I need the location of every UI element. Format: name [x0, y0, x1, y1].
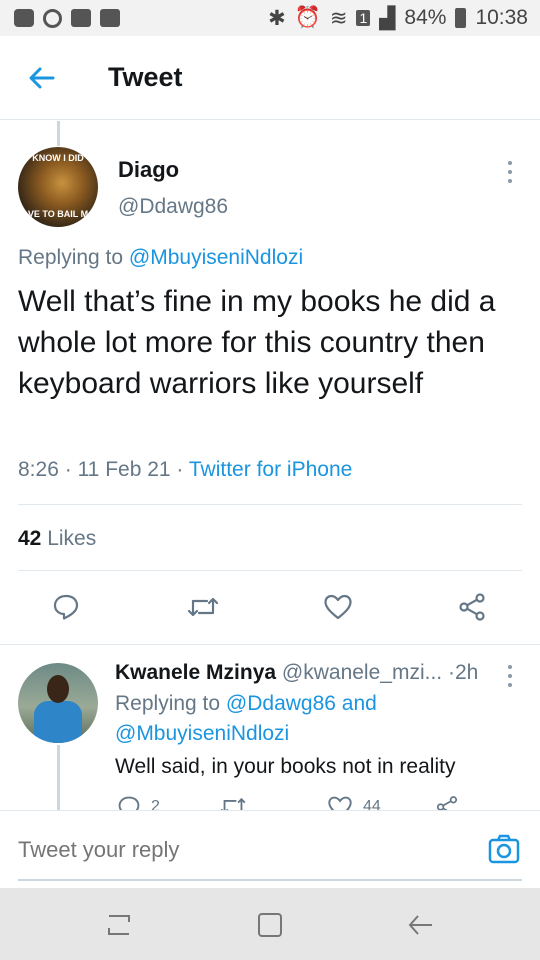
dot: [508, 179, 512, 183]
clock: 10:38: [475, 6, 528, 29]
reply-icon: [53, 594, 79, 620]
reply-time: 2h: [454, 661, 479, 684]
gallery-icon: [100, 9, 120, 27]
back-icon: [408, 915, 432, 935]
share-icon: [436, 796, 458, 810]
reply-replying-prefix: Replying to: [115, 692, 221, 715]
retweet-icon: [187, 597, 219, 617]
reply-button[interactable]: [46, 587, 86, 627]
heart-icon: [328, 796, 352, 810]
dot: [508, 674, 512, 678]
reply-mention-1[interactable]: @Ddawg86: [226, 692, 336, 715]
share-icon: [459, 593, 485, 621]
avatar[interactable]: KNOW I DID VE TO BAIL M: [18, 147, 98, 227]
input-underline: [18, 879, 522, 881]
avatar-head: [47, 675, 69, 703]
reply-mention-2[interactable]: @MbuyiseniNdlozi: [115, 722, 289, 745]
home-icon: [258, 913, 282, 937]
thread-line: [57, 121, 60, 146]
more-options-button[interactable]: [504, 161, 516, 183]
divider: [18, 504, 522, 505]
message-icon: [14, 9, 34, 27]
page-title: Tweet: [108, 62, 183, 92]
reply-tweet[interactable]: Kwanele Mzinya @kwanele_mzi... ·2h Reply…: [0, 645, 540, 810]
reply-like-button[interactable]: 44: [327, 795, 381, 810]
thread-line: [57, 745, 60, 810]
reply-input[interactable]: [18, 837, 438, 863]
recent-apps-button[interactable]: [102, 908, 136, 942]
avatar-shirt: [34, 701, 82, 743]
reply-more-options-button[interactable]: [504, 665, 516, 687]
avatar-caption-bottom: VE TO BAIL M: [27, 209, 89, 219]
whatsapp-icon: [43, 8, 62, 28]
reply-user-handle[interactable]: @kwanele_mzi...: [282, 661, 442, 684]
reply-reply-button[interactable]: 2: [117, 795, 160, 810]
reply-replying-to: Replying to @Ddawg86 and @MbuyiseniNdloz…: [115, 689, 515, 749]
camera-icon: [488, 834, 520, 864]
tweet-meta: 8:26 · 11 Feb 21 · Twitter for iPhone: [18, 458, 352, 482]
reply-composer: [0, 810, 540, 888]
wifi-icon: ≋: [329, 6, 348, 30]
likes-stat[interactable]: 42 Likes: [18, 527, 96, 551]
system-nav-bar: [0, 888, 540, 960]
reply-count: 2: [151, 798, 160, 810]
divider: [18, 570, 522, 571]
reply-icon: [118, 796, 140, 810]
retweet-button[interactable]: [183, 587, 223, 627]
recent-apps-icon: [108, 915, 130, 935]
signal-icon: ▟: [379, 6, 396, 30]
bluetooth-icon: ✱: [268, 6, 286, 30]
reply-separator: ·: [447, 661, 455, 684]
tweet-time: 8:26: [18, 458, 59, 481]
camera-button[interactable]: [488, 833, 520, 865]
user-name[interactable]: Diago: [118, 157, 179, 183]
dot: [508, 170, 512, 174]
reply-actions: 2 44: [115, 795, 525, 810]
dot: [508, 683, 512, 687]
meta-separator: ·: [176, 458, 184, 481]
heart-icon: [324, 594, 352, 620]
dot: [508, 665, 512, 669]
tweet-text: Well that’s fine in my books he did a wh…: [18, 285, 496, 400]
reply-retweet-button[interactable]: [219, 795, 247, 810]
tweet-source-link[interactable]: Twitter for iPhone: [189, 458, 352, 481]
notification-icons: [14, 8, 120, 28]
like-count: 44: [363, 798, 381, 810]
likes-label: Likes: [47, 527, 97, 550]
sim-badge: 1: [356, 10, 371, 26]
status-bar: ✱ ⏰ ≋ 1 ▟ 84% 10:38: [0, 0, 540, 36]
reply-header: Kwanele Mzinya @kwanele_mzi... ·2h: [115, 661, 478, 685]
replying-to-link[interactable]: @MbuyiseniNdlozi: [129, 246, 303, 269]
back-button[interactable]: [12, 48, 72, 108]
back-arrow-icon: [29, 67, 55, 88]
replying-to: Replying to @MbuyiseniNdlozi: [18, 246, 303, 270]
like-button[interactable]: [318, 587, 358, 627]
tweet-date: 11 Feb 21: [77, 458, 171, 481]
alarm-icon: ⏰: [294, 6, 321, 29]
dot: [508, 161, 512, 165]
reply-mention-and: and: [341, 692, 377, 715]
likes-count: 42: [18, 527, 42, 550]
system-back-button[interactable]: [404, 908, 438, 942]
battery-icon: [455, 8, 467, 28]
gmail-icon: [71, 9, 91, 27]
app-header: Tweet: [0, 36, 540, 120]
share-button[interactable]: [452, 587, 492, 627]
meta-separator: ·: [64, 458, 72, 481]
retweet-icon: [220, 797, 246, 810]
reply-text: Well said, in your books not in reality: [115, 755, 456, 778]
reply-avatar[interactable]: [18, 663, 98, 743]
battery-percent: 84%: [404, 6, 447, 29]
avatar-caption-top: KNOW I DID: [32, 153, 84, 163]
system-icons: ✱ ⏰ ≋ 1 ▟ 84% 10:38: [268, 6, 528, 31]
replying-prefix: Replying to: [18, 246, 124, 269]
reply-user-name[interactable]: Kwanele Mzinya: [115, 661, 276, 684]
user-handle[interactable]: @Ddawg86: [118, 195, 228, 219]
home-button[interactable]: [253, 908, 287, 942]
tweet-actions: [0, 587, 540, 637]
reply-share-button[interactable]: [435, 795, 459, 810]
